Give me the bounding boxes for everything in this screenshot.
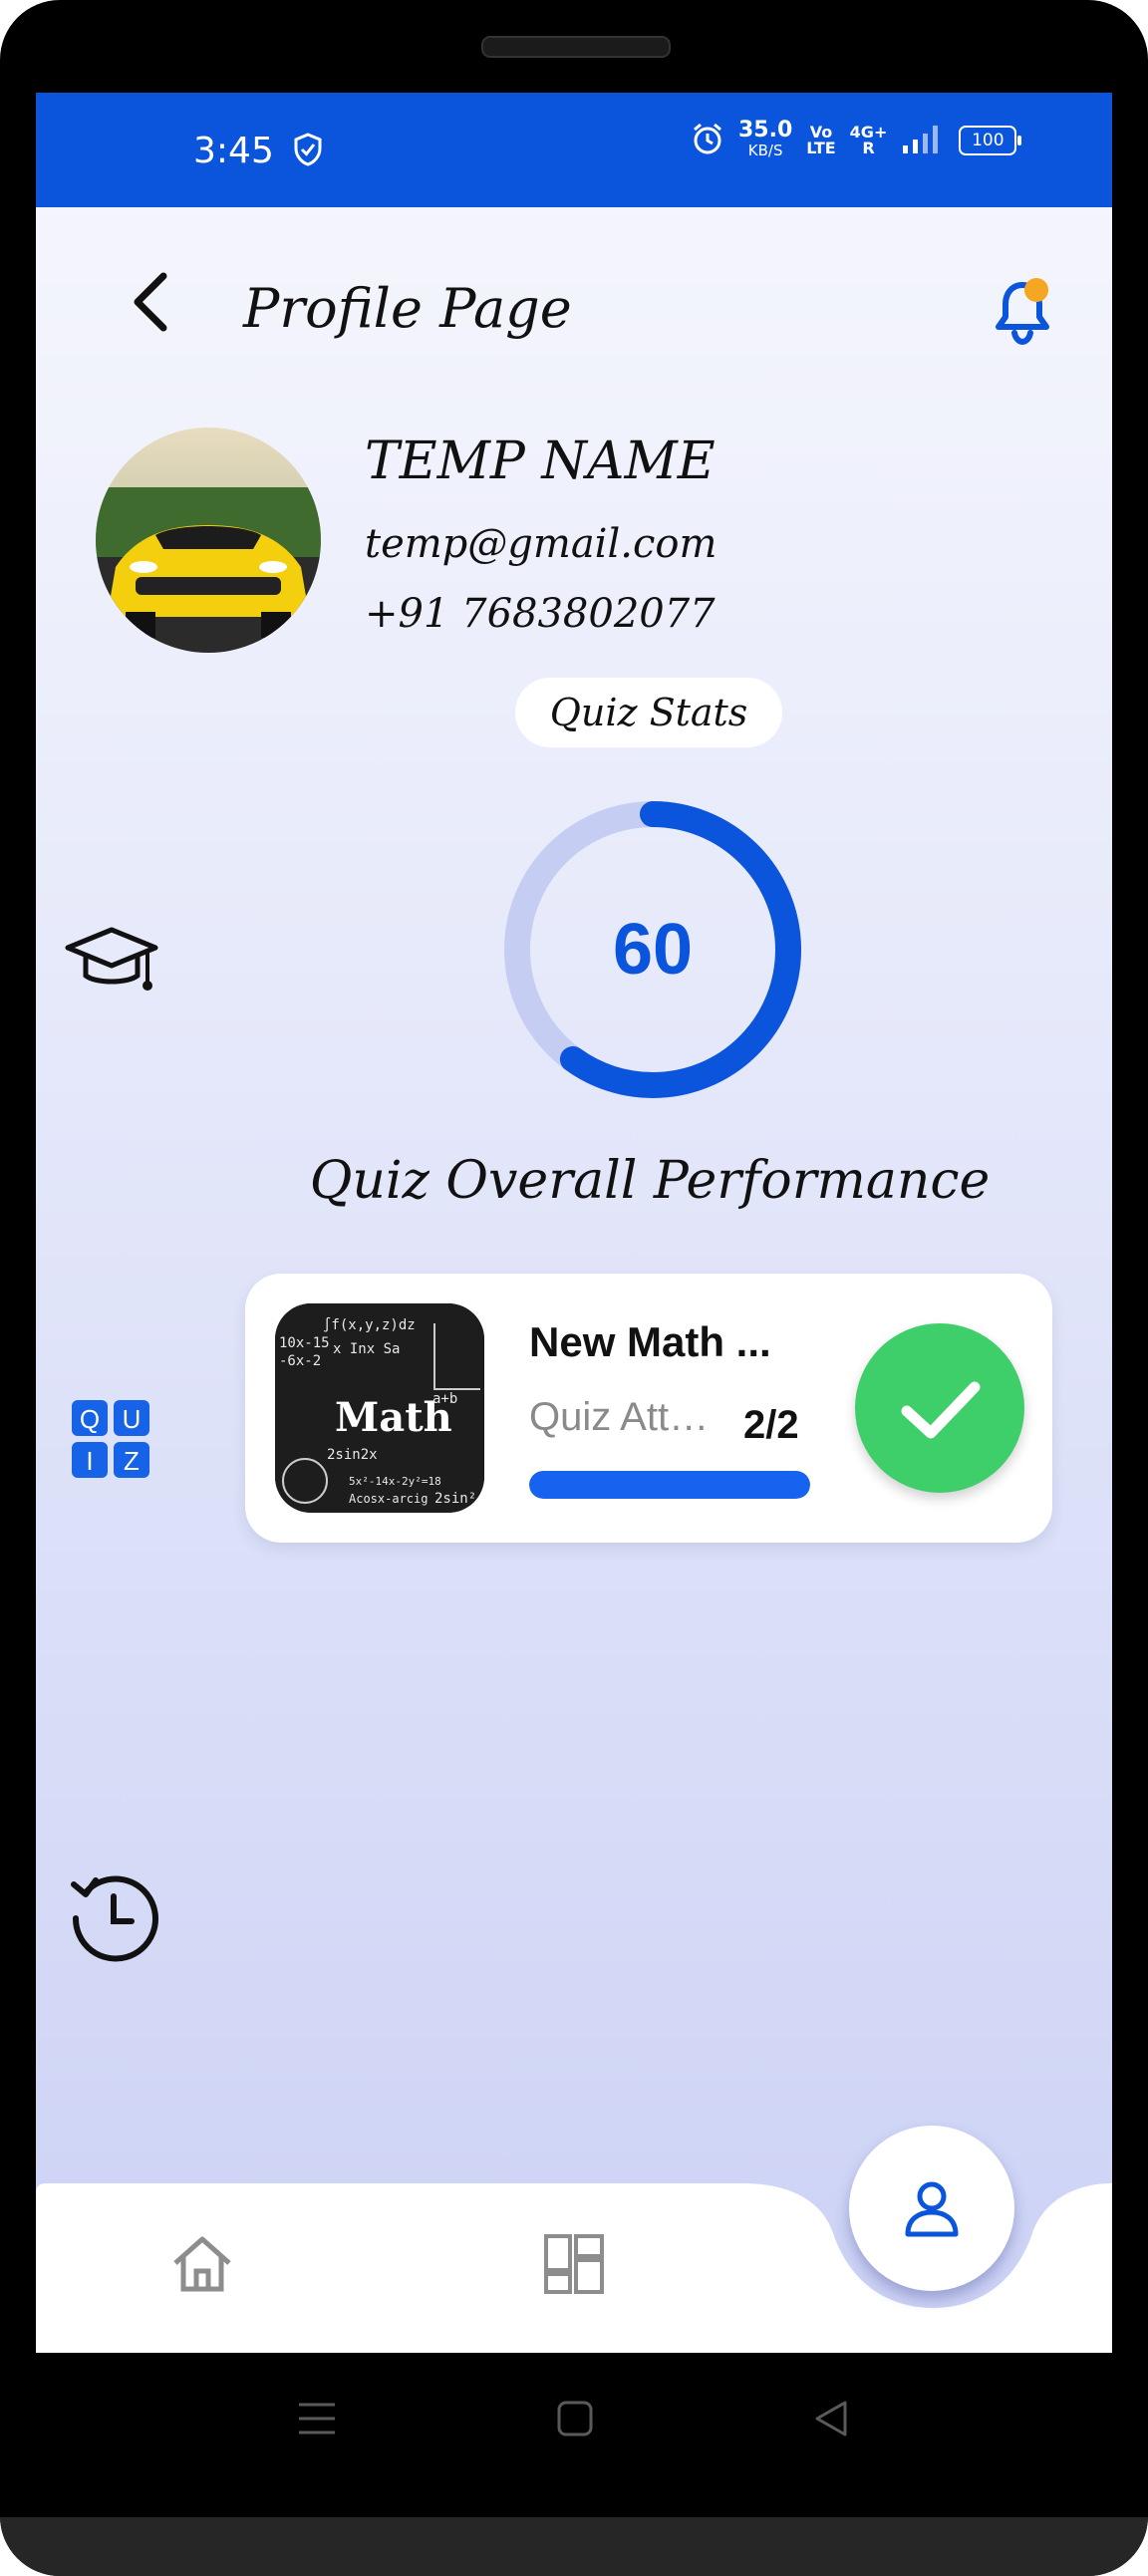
quiz-nav-button[interactable]: Q U I Z bbox=[66, 1394, 165, 1494]
thumb-line-8: Acosx-arcig bbox=[349, 1492, 428, 1506]
phone-frame: 3:45 35.0 KB/S Vo LTE 4G+ R 100 Profile … bbox=[0, 0, 1148, 2576]
thumb-line-3: 10x-15 bbox=[279, 1335, 330, 1351]
quiz-icon-letter-z: Z bbox=[124, 1446, 140, 1476]
system-menu-button[interactable] bbox=[297, 2399, 337, 2442]
volte-bottom: LTE bbox=[806, 139, 836, 157]
thumb-line-7: 5x²-14x-2y²=18 bbox=[349, 1475, 441, 1488]
earpiece-speaker bbox=[481, 36, 671, 58]
signal-icon bbox=[901, 122, 945, 159]
quiz-icon-letter-q: Q bbox=[80, 1404, 100, 1434]
quiz-stats-chip[interactable]: Quiz Stats bbox=[515, 678, 782, 747]
profile-phone: +91 7683802077 bbox=[365, 591, 716, 637]
network-speed-value: 35.0 bbox=[738, 118, 793, 143]
shield-icon bbox=[293, 133, 323, 170]
back-arrow-icon bbox=[120, 272, 179, 346]
dashboard-icon bbox=[543, 2234, 605, 2299]
nav-dashboard-button[interactable] bbox=[543, 2233, 605, 2299]
graduation-nav-button[interactable] bbox=[62, 910, 161, 1009]
quiz-progress-fill bbox=[529, 1471, 810, 1499]
volte-badge: Vo LTE bbox=[806, 125, 835, 156]
phone-chin bbox=[0, 2517, 1148, 2576]
quiz-icon-letter-u: U bbox=[123, 1404, 142, 1434]
ring-value: 60 bbox=[612, 910, 694, 990]
profile-email: temp@gmail.com bbox=[365, 521, 718, 567]
quiz-count: 2/2 bbox=[743, 1403, 799, 1447]
status-bar: 3:45 35.0 KB/S Vo LTE 4G+ R 100 bbox=[36, 93, 1112, 207]
quiz-title: New Math ... bbox=[529, 1318, 771, 1365]
system-home-button[interactable] bbox=[555, 2399, 595, 2442]
thumb-line-5: 2sin2x bbox=[327, 1447, 378, 1463]
profile-icon bbox=[902, 2178, 962, 2242]
history-icon bbox=[64, 1875, 163, 1970]
quiz-card[interactable]: ∫f(x,y,z)dz x Inx Sa 10x-15 -6x-2 2sin2x… bbox=[245, 1274, 1052, 1543]
nav-home-button[interactable] bbox=[169, 2233, 235, 2299]
system-back-button[interactable] bbox=[811, 2399, 851, 2442]
status-indicators: 35.0 KB/S Vo LTE 4G+ R 100 bbox=[691, 118, 1022, 160]
quiz-thumbnail: ∫f(x,y,z)dz x Inx Sa 10x-15 -6x-2 2sin2x… bbox=[275, 1303, 484, 1513]
network-speed: 35.0 KB/S bbox=[738, 118, 793, 160]
page-title: Profile Page bbox=[243, 277, 572, 340]
check-icon bbox=[855, 1381, 1024, 1497]
performance-label: Quiz Overall Performance bbox=[309, 1151, 991, 1211]
battery-indicator: 100 bbox=[959, 126, 1022, 155]
thumb-line-1: ∫f(x,y,z)dz bbox=[323, 1316, 416, 1333]
app-screen: 3:45 35.0 KB/S Vo LTE 4G+ R 100 Profile … bbox=[36, 93, 1112, 2353]
profile-avatar[interactable] bbox=[96, 428, 321, 653]
thumb-title: Math bbox=[335, 1394, 452, 1441]
square-icon bbox=[555, 2401, 595, 2442]
quiz-icon: Q U I Z bbox=[66, 1400, 155, 1488]
quiz-progress-track bbox=[529, 1471, 810, 1499]
bell-icon bbox=[993, 278, 1052, 351]
notification-button[interactable] bbox=[993, 277, 1052, 347]
home-icon bbox=[169, 2236, 235, 2299]
nav-profile-button[interactable] bbox=[849, 2126, 1014, 2291]
thumb-line-2: x Inx Sa bbox=[333, 1341, 400, 1357]
triangle-back-icon bbox=[811, 2401, 851, 2442]
history-nav-button[interactable] bbox=[64, 1866, 163, 1966]
network-speed-unit: KB/S bbox=[747, 142, 783, 159]
quiz-score-ring: 60 bbox=[498, 795, 807, 1104]
thumb-line-4: -6x-2 bbox=[279, 1353, 321, 1369]
menu-icon bbox=[297, 2403, 337, 2442]
profile-name: TEMP NAME bbox=[365, 431, 716, 491]
status-time: 3:45 bbox=[193, 131, 274, 171]
network-type: 4G+ R bbox=[850, 125, 888, 156]
alarm-icon bbox=[691, 122, 724, 159]
thumb-line-9: 2sin² bbox=[434, 1491, 476, 1507]
quiz-icon-letter-i: I bbox=[86, 1446, 93, 1476]
network-type-sub: R bbox=[862, 139, 875, 157]
quiz-complete-button[interactable] bbox=[855, 1323, 1024, 1493]
quiz-status: Quiz Attempted bbox=[529, 1395, 728, 1439]
graduation-cap-icon bbox=[62, 927, 161, 1013]
back-button[interactable] bbox=[120, 262, 179, 342]
system-nav-bar bbox=[0, 2353, 1148, 2517]
